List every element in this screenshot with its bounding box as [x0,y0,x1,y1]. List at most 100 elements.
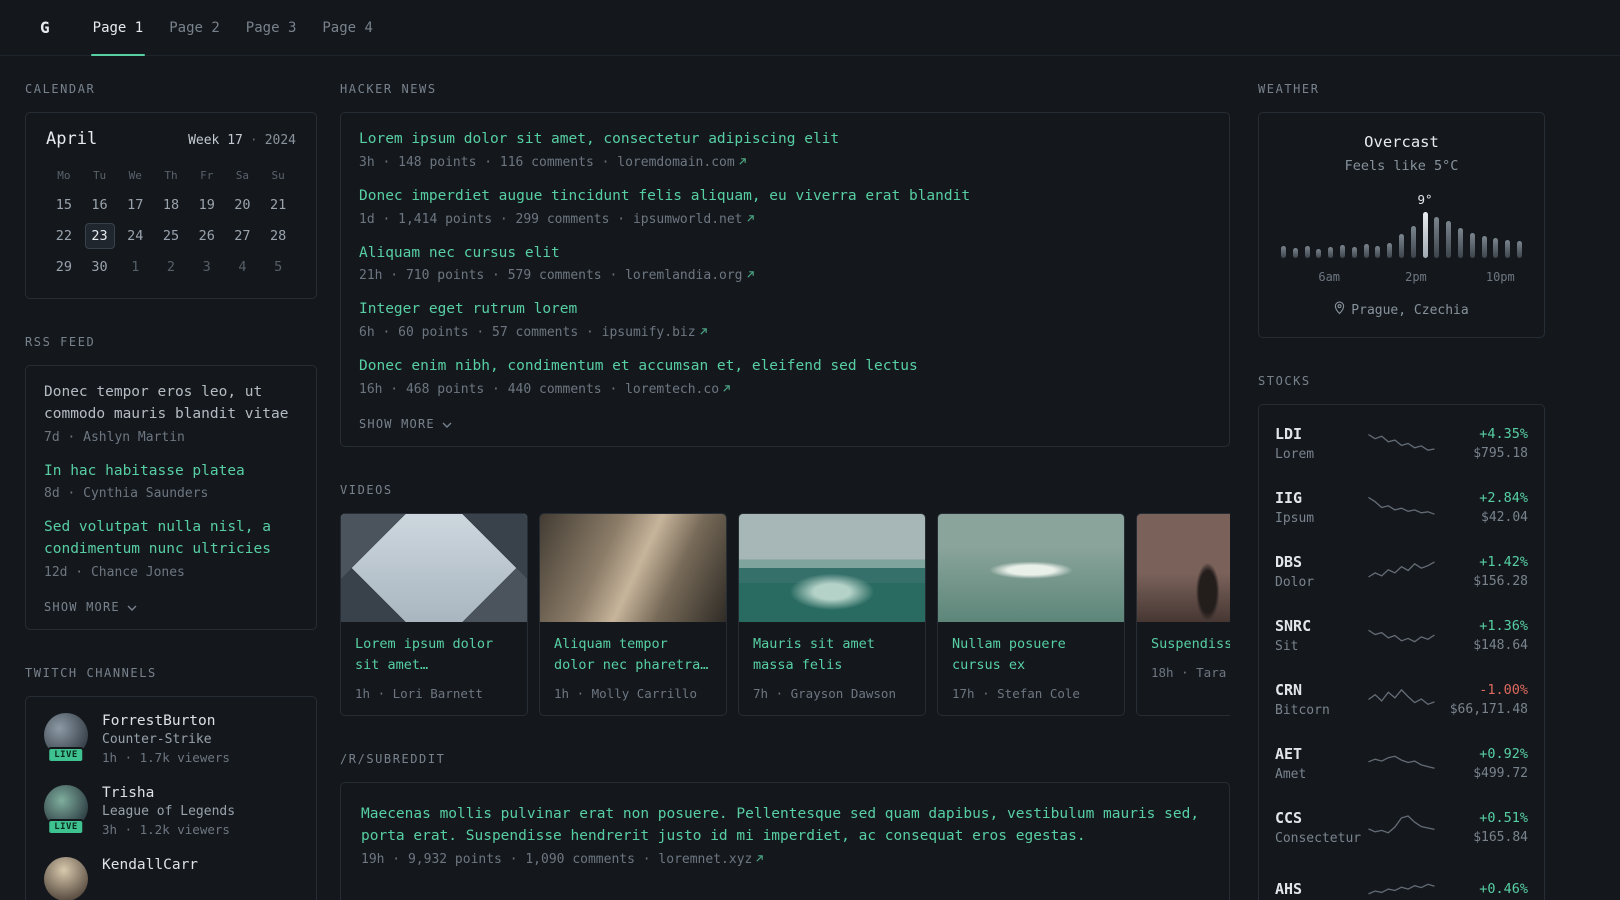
stock-change: +2.84% [1479,489,1528,506]
weekday-label: Mo [57,169,71,182]
hn-item: Donec imperdiet augue tincidunt felis al… [359,186,1211,227]
hn-item-domain[interactable]: loremlandia.org [625,268,742,283]
hn-item-meta: 1d · 1,414 points · 299 comments · ipsum… [359,212,1211,227]
subreddit-post-domain[interactable]: loremnet.xyz [658,852,752,867]
rss-item-meta: 7d · Ashlyn Martin [44,429,185,445]
stock-sparkline [1368,815,1435,834]
weekday-label: Th [164,169,178,182]
tab-page-2[interactable]: Page 2 [156,0,233,55]
twitch-channel-row[interactable]: LIVE Trisha League of Legends 3h · 1.2k … [44,784,298,837]
weekday-label: Sa [235,169,250,182]
tab-page-1[interactable]: Page 1 [80,0,157,56]
hn-item-headline[interactable]: Donec imperdiet augue tincidunt felis al… [359,186,1211,208]
weather-chart: 9° [1281,192,1522,258]
stock-row[interactable]: IIG Ipsum +2.84% $42.04 [1275,475,1528,539]
video-meta: 1h · Molly Carrillo [554,685,697,701]
video-info: Lorem ipsum dolor sit amet consectetu… 1… [341,622,527,715]
hn-item: Aliquam nec cursus elit 21h · 710 points… [359,243,1211,283]
stock-change: +1.36% [1479,617,1528,634]
stock-ticker: CRN [1275,680,1303,699]
calendar-day: 18 [162,197,180,213]
video-meta: 17h · Stefan Cole [952,685,1080,701]
subreddit-card: Maecenas mollis pulvinar erat non posuer… [340,781,1230,900]
stocks-widget-title: STOCKS [1258,374,1311,388]
rss-item-headline[interactable]: Sed volutpat nulla nisl, a condimentum n… [44,517,298,561]
rss-item-meta: 8d · Cynthia Saunders [44,486,209,502]
rss-item-headline[interactable]: In hac habitasse platea [44,461,298,483]
video-card[interactable]: Aliquam tempor dolor nec pharetra… 1h · … [539,512,727,716]
stock-ticker: IIG [1275,488,1303,507]
tab-page-4[interactable]: Page 4 [309,0,386,55]
right-column: WEATHER Overcast Feels like 5°C 9° 6am 2… [1258,82,1545,900]
stock-row[interactable]: DBS Dolor +1.42% $156.28 [1275,539,1528,603]
stock-row[interactable]: AET Amet +0.92% $499.72 [1275,731,1528,795]
video-title[interactable]: Mauris sit amet massa felis [753,634,911,676]
weather-bar [1446,221,1452,258]
rss-item: Sed volutpat nulla nisl, a condimentum n… [44,517,298,580]
weather-location: Prague, Czechia [1281,301,1522,319]
hn-item-headline[interactable]: Aliquam nec cursus elit [359,243,1211,265]
calendar-month[interactable]: April [46,129,97,149]
video-card[interactable]: Suspendisse diam 18h · Tara [1136,512,1230,716]
weather-bar-current: 9° [1418,192,1433,258]
hn-item-domain[interactable]: loremdomain.com [617,155,734,170]
weather-widget: WEATHER Overcast Feels like 5°C 9° 6am 2… [1258,82,1545,338]
weather-time-axis: 6am 2pm 10pm [1281,270,1522,285]
channel-name[interactable]: Trisha [102,785,235,801]
dot-separator: · [249,133,258,148]
video-title[interactable]: Lorem ipsum dolor sit amet consectetu… [355,634,513,676]
show-more-button[interactable]: SHOW MORE [44,600,137,614]
video-title[interactable]: Nullam posuere cursus ex [952,634,1110,676]
video-thumbnail[interactable] [540,513,726,622]
video-thumbnail[interactable] [1137,513,1230,622]
weekday-label: We [128,169,142,182]
stock-price: $66,171.48 [1449,701,1528,717]
twitch-channel-row[interactable]: LIVE ForrestBurton Counter-Strike 1h · 1… [44,712,298,765]
video-card[interactable]: Lorem ipsum dolor sit amet consectetu… 1… [340,512,528,716]
calendar-day: 15 [55,197,72,213]
stock-values: +0.51% $165.84 [1440,810,1528,845]
stock-row[interactable]: CCS Consectetur +0.51% $165.84 [1275,795,1528,859]
chevron-down-icon [442,417,452,431]
video-thumbnail[interactable] [739,513,925,622]
hn-item-domain[interactable]: loremtech.co [625,382,719,397]
hn-item-domain[interactable]: ipsumworld.net [633,212,743,227]
hn-item-headline[interactable]: Lorem ipsum dolor sit amet, consectetur … [359,129,1211,151]
app-logo[interactable]: G [40,0,50,55]
channel-name[interactable]: ForrestBurton [102,713,230,729]
calendar-day: 22 [55,228,72,244]
hn-item-headline[interactable]: Donec enim nibh, condimentum et accumsan… [359,356,1211,378]
videos-row: Lorem ipsum dolor sit amet consectetu… 1… [340,512,1230,716]
calendar-day: 26 [198,228,215,244]
rss-item-headline[interactable]: Donec tempor eros leo, ut commodo mauris… [44,382,298,426]
video-thumbnail[interactable] [341,513,527,622]
video-title[interactable]: Suspendisse diam [1151,634,1230,655]
stock-row[interactable]: AHS +0.46% [1275,859,1528,900]
stock-row[interactable]: LDI Lorem +4.35% $795.18 [1275,411,1528,475]
show-more-button[interactable]: SHOW MORE [359,417,452,431]
calendar-day: 30 [91,259,108,275]
stock-sparkline [1368,629,1435,643]
twitch-channel-row[interactable]: KendallCarr [44,856,298,900]
video-thumbnail[interactable] [938,513,1124,622]
video-card[interactable]: Nullam posuere cursus ex 17h · Stefan Co… [937,512,1125,716]
video-meta: 18h · Tara [1151,664,1227,680]
calendar-card: April Week 17 · 2024 Mo Tu We Th Fr Sa S… [25,112,317,299]
stock-values: +0.46% [1440,881,1528,900]
channel-name[interactable]: KendallCarr [102,857,198,873]
video-title[interactable]: Aliquam tempor dolor nec pharetra… [554,634,712,676]
hn-item-headline[interactable]: Integer eget rutrum lorem [359,299,1211,321]
stock-change: +0.51% [1479,809,1528,826]
subreddit-post-headline[interactable]: Maecenas mollis pulvinar erat non posuer… [361,803,1209,848]
videos-widget: VIDEOS Lorem ipsum dolor sit amet consec… [340,483,1230,716]
hn-item-domain[interactable]: ipsumify.biz [602,325,696,340]
hacker-news-card: Lorem ipsum dolor sit amet, consectetur … [340,112,1230,447]
external-link-icon [746,268,755,283]
stock-values: +1.36% $148.64 [1440,618,1528,653]
tab-page-3[interactable]: Page 3 [233,0,310,55]
stock-ticker: AHS [1275,880,1303,898]
stock-row[interactable]: SNRC Sit +1.36% $148.64 [1275,603,1528,667]
stock-row[interactable]: CRN Bitcorn -1.00% $66,171.48 [1275,667,1528,731]
stock-change: +0.92% [1479,745,1528,762]
video-card[interactable]: Mauris sit amet massa felis 7h · Grayson… [738,512,926,716]
